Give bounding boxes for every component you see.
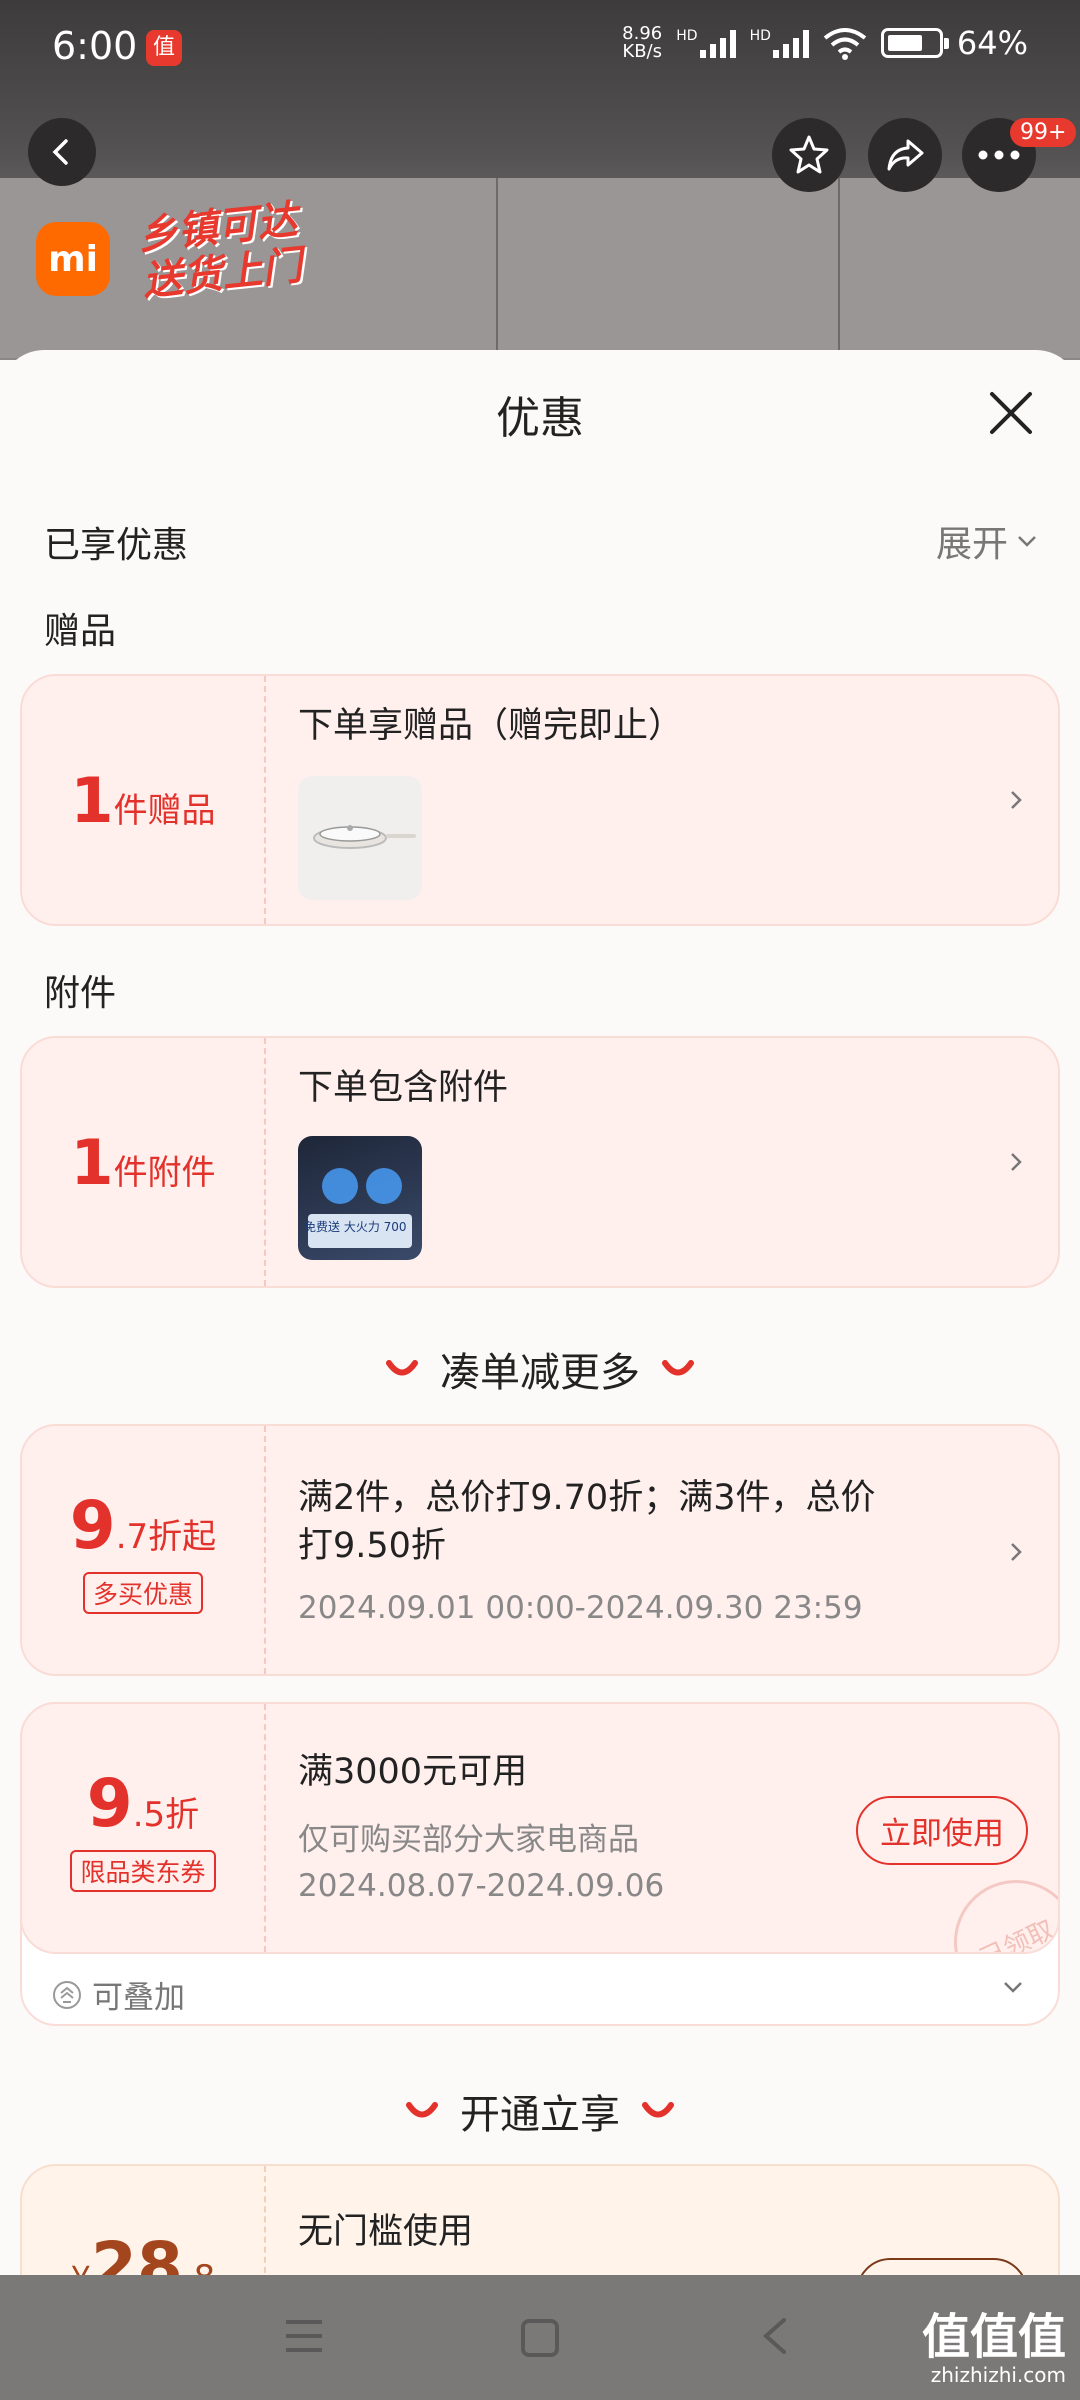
- smile-decoration-icon: [662, 1360, 694, 1376]
- menu-icon[interactable]: [284, 2318, 324, 2354]
- enjoyed-discounts-label: 已享优惠: [44, 525, 189, 566]
- coupon-title: 满3000元可用: [298, 1752, 528, 1792]
- home-icon[interactable]: [520, 2318, 560, 2358]
- chevron-right-icon: [1011, 791, 1022, 809]
- accessory-count: 1件附件: [70, 1125, 216, 1199]
- panel-divider: [496, 178, 498, 358]
- accessory-title: 下单包含附件: [298, 1068, 509, 1108]
- discount-rule: 满2件，总价打9.70折；满3件，总价 打9.50折: [298, 1478, 876, 1566]
- signal-1-icon: HD: [676, 28, 736, 58]
- discount-value: 9.7折起 多买优惠: [22, 1426, 264, 1674]
- close-icon: [990, 392, 1032, 434]
- gift-card[interactable]: 1件赠品 下单享赠品（赠完即止）: [20, 674, 1060, 926]
- panel-divider: [838, 178, 840, 358]
- expand-label: 展开: [935, 524, 1008, 565]
- coupon-value: 9.5折 限品类东券: [22, 1704, 264, 1952]
- section-title: 凑单减更多: [440, 1350, 640, 1396]
- gift-pan-image: [298, 776, 422, 900]
- use-now-button[interactable]: 立即使用: [856, 1796, 1028, 1865]
- close-button[interactable]: [986, 388, 1036, 438]
- coupon-tag: 限品类东券: [70, 1849, 216, 1892]
- section-title: 开通立享: [460, 2092, 620, 2138]
- watermark: 值值值 zhizhizhi.com: [921, 2309, 1066, 2387]
- chevron-right-icon: [1011, 1543, 1022, 1561]
- chevron-right-icon: [1011, 1153, 1022, 1171]
- coupon-desc: 仅可购买部分大家电商品: [298, 1822, 639, 1858]
- accessory-stove-image: 免费送 大火力 700: [298, 1136, 422, 1260]
- battery-icon: [880, 28, 949, 58]
- share-icon: [887, 139, 924, 171]
- gift-count: 1件赠品: [70, 763, 216, 837]
- expand-toggle[interactable]: 展开: [936, 515, 1038, 567]
- stack-icon: [53, 1980, 81, 2009]
- status-icons: 8.96 KB/s HD HD 64%: [622, 24, 1028, 62]
- stackable-row[interactable]: 可叠加: [52, 1972, 185, 2017]
- coupon-time: 2024.08.07-2024.09.06: [298, 1868, 665, 1904]
- section-head-more: 凑单减更多: [0, 1340, 1080, 1398]
- gift-title: 下单享赠品（赠完即止）: [298, 706, 684, 746]
- notification-count-badge: 99+: [1010, 118, 1077, 147]
- accessory-card[interactable]: 1件附件 下单包含附件 免费送 大火力 700: [20, 1036, 1060, 1288]
- section-head-open: 开通立享: [0, 2082, 1080, 2140]
- accessory-label: 附件: [44, 973, 117, 1014]
- favorite-button[interactable]: [772, 118, 846, 192]
- claimed-stamp: 已领取: [933, 1859, 1058, 1952]
- chevron-left-icon: [52, 139, 68, 165]
- chevron-down-icon[interactable]: [1002, 1980, 1024, 1994]
- wifi-icon: [823, 28, 867, 60]
- back-button[interactable]: [28, 118, 96, 186]
- member-coupon-title: 无门槛使用: [298, 2212, 474, 2252]
- category-coupon-card: 9.5折 限品类东券 满3000元可用 仅可购买部分大家电商品 2024.08.…: [20, 1702, 1060, 1954]
- more-dots-icon: [978, 150, 1020, 160]
- smile-decoration-icon: [642, 2102, 674, 2118]
- discount-tag: 多买优惠: [82, 1571, 203, 1614]
- gift-label: 赠品: [44, 611, 117, 652]
- back-nav-icon[interactable]: [760, 2316, 790, 2356]
- promo-banner: 乡镇可达 送货上门: [135, 196, 305, 306]
- sheet-title: 优惠: [496, 393, 584, 444]
- star-icon: [789, 135, 829, 174]
- status-time: 6:00: [52, 24, 138, 68]
- chevron-down-icon: [1018, 536, 1036, 547]
- share-button[interactable]: [868, 118, 942, 192]
- discount-time: 2024.09.01 00:00-2024.09.30 23:59: [298, 1590, 863, 1626]
- mi-logo: mi: [36, 222, 110, 296]
- stackable-label: 可叠加: [92, 1980, 185, 2016]
- app-notification-icon: 值: [146, 30, 182, 66]
- network-speed: 8.96 KB/s: [622, 23, 663, 62]
- battery-level: 64%: [956, 24, 1028, 62]
- smile-decoration-icon: [386, 1360, 418, 1376]
- multi-buy-discount-card[interactable]: 9.7折起 多买优惠 满2件，总价打9.70折；满3件，总价 打9.50折 202…: [20, 1424, 1060, 1676]
- smile-decoration-icon: [406, 2102, 438, 2118]
- signal-2-icon: HD: [750, 28, 809, 58]
